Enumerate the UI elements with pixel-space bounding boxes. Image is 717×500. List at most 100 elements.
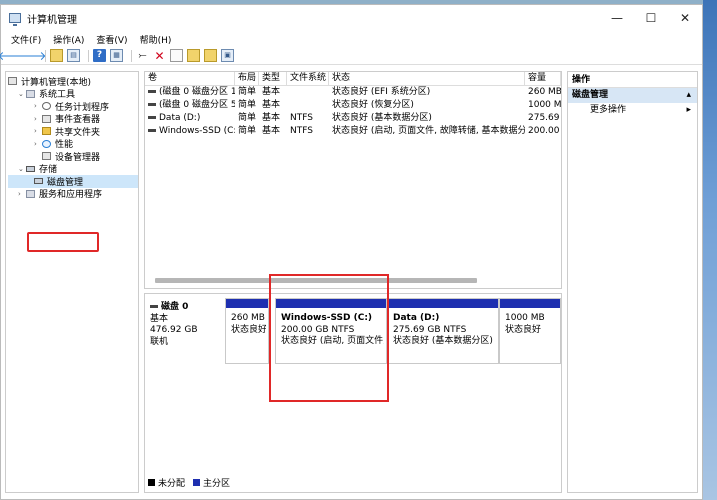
computer-icon (8, 77, 17, 86)
more-actions-item[interactable]: 更多操作 ▸ (568, 103, 697, 118)
actions-pane: 操作 磁盘管理 ▴ 更多操作 ▸ (567, 71, 698, 493)
toolbar-separator (131, 49, 132, 62)
column-header-filesystem[interactable]: 文件系统 (287, 72, 329, 85)
disk-type: 基本 (150, 313, 169, 324)
settings-icon[interactable]: ▣ (221, 49, 234, 62)
toolbar-separator (88, 49, 89, 62)
partition-status: 状态良好 (启动, 页面文件, (281, 336, 384, 346)
tree-item-storage[interactable]: ⌄ 存储 (8, 163, 138, 176)
disk-info[interactable]: 磁盘 0 基本 476.92 GB 联机 (150, 302, 198, 348)
type-cell: 基本 (262, 87, 281, 97)
chevron-right-icon[interactable]: › (34, 115, 42, 123)
tree-item-disk-management[interactable]: 磁盘管理 (8, 175, 138, 188)
partition-details: Data (D:) 275.69 GB NTFS 状态良好 (基本数据分区) (390, 310, 496, 361)
type-cell: 基本 (262, 113, 281, 123)
partition-name: Data (D:) (393, 313, 440, 323)
partition-efi[interactable]: 260 MB 状态良好 (225, 298, 269, 364)
forward-arrow-icon[interactable]: 🡒 (14, 49, 46, 62)
column-header-layout[interactable]: 布局 (235, 72, 259, 85)
tree-item-computer-management[interactable]: 计算机管理(本地) (8, 75, 138, 88)
properties-icon[interactable]: ▦ (110, 49, 123, 62)
tree-item-services-applications[interactable]: › 服务和应用程序 (8, 188, 138, 200)
toolbar: 🡐 🡒 ▤ ? ▦ ⤚ ✕ ▣ (0, 47, 702, 65)
actions-header: 操作 (568, 72, 697, 88)
menu-bar: 文件(F) 操作(A) 查看(V) 帮助(H) (1, 31, 702, 47)
menu-file[interactable]: 文件(F) (11, 33, 41, 46)
primary-partition-bar (276, 299, 386, 308)
tree-item-label: 系统工具 (39, 90, 76, 101)
horizontal-scrollbar[interactable] (155, 278, 477, 283)
check-document-icon[interactable] (170, 49, 183, 62)
volume-name: Windows-SSD (C:) (159, 126, 235, 136)
table-row[interactable]: (磁盘 0 磁盘分区 1) 简单 基本 状态良好 (EFI 系统分区) 260 … (145, 86, 561, 99)
primary-partition-bar (226, 299, 268, 308)
column-header-status[interactable]: 状态 (329, 72, 525, 85)
partition-size: 275.69 GB NTFS (393, 324, 467, 335)
partition-status: 状态良好 (基本数据分区) (393, 336, 493, 346)
chevron-right-icon[interactable]: › (34, 140, 42, 148)
partition-recovery[interactable]: 1000 MB 状态良好 (499, 298, 561, 364)
partition-data[interactable]: Data (D:) 275.69 GB NTFS 状态良好 (基本数据分区) (387, 298, 499, 364)
filesystem-cell: NTFS (290, 113, 313, 123)
table-row[interactable]: Windows-SSD (C:) 简单 基本 NTFS 状态良好 (启动, 页面… (145, 125, 561, 138)
help-icon[interactable]: ? (93, 49, 106, 62)
close-button[interactable]: ✕ (668, 11, 702, 25)
delete-icon[interactable]: ✕ (153, 49, 166, 62)
chevron-down-icon[interactable]: ⌄ (18, 90, 26, 98)
volume-name: Data (D:) (159, 113, 201, 123)
show-hide-tree-icon[interactable]: ▤ (67, 49, 80, 62)
maximize-button[interactable]: ☐ (634, 11, 668, 25)
type-cell: 基本 (262, 100, 281, 110)
tree-item-system-tools[interactable]: ⌄ 系统工具 (8, 88, 138, 101)
device-icon (42, 152, 51, 161)
chevron-down-icon[interactable]: ⌄ (18, 165, 26, 173)
tree-item-label: 任务计划程序 (55, 102, 110, 113)
capacity-cell: 260 MB (528, 87, 561, 97)
legend-label-primary: 主分区 (203, 479, 231, 489)
volume-icon (148, 90, 156, 93)
disk-icon (34, 178, 43, 185)
column-header-volume[interactable]: 卷 (145, 72, 235, 85)
partition-windows-ssd[interactable]: Windows-SSD (C:) 200.00 GB NTFS 状态良好 (启动… (275, 298, 387, 364)
tree-item-performance[interactable]: › 性能 (8, 138, 138, 151)
chevron-right-icon[interactable]: › (34, 127, 42, 135)
volume-cell: (磁盘 0 磁盘分区 1) (145, 86, 235, 99)
layout-cell: 简单 (238, 100, 257, 110)
tree-item-label: 性能 (55, 140, 74, 151)
menu-view[interactable]: 查看(V) (96, 33, 127, 46)
tree-item-shared-folders[interactable]: › 共享文件夹 (8, 125, 138, 138)
tree-item-label: 存储 (39, 165, 58, 176)
connect-icon[interactable]: ⤚ (136, 49, 149, 62)
disk-status: 联机 (150, 336, 169, 347)
tree-item-event-viewer[interactable]: › 事件查看器 (8, 113, 138, 126)
tree-item-label: 事件查看器 (55, 115, 101, 126)
tree-item-task-scheduler[interactable]: › 任务计划程序 (8, 100, 138, 113)
table-row[interactable]: Data (D:) 简单 基本 NTFS 状态良好 (基本数据分区) 275.6… (145, 112, 561, 125)
main-area: 计算机管理(本地) ⌄ 系统工具 › 任务计划程序 › 事件查看器 › 共享文件… (1, 65, 702, 499)
folder-open-icon[interactable] (204, 49, 217, 62)
disk-graphical-view: 磁盘 0 基本 476.92 GB 联机 260 MB 状态良好 Windows… (144, 274, 562, 493)
column-header-type[interactable]: 类型 (259, 72, 287, 85)
collapse-up-icon[interactable]: ▴ (686, 88, 691, 103)
chevron-right-icon[interactable]: › (18, 190, 26, 198)
partition-size: 1000 MB (505, 313, 545, 323)
menu-action[interactable]: 操作(A) (53, 33, 84, 46)
type-cell: 基本 (262, 126, 281, 136)
column-header-capacity[interactable]: 容量 (525, 72, 561, 85)
volume-icon (148, 116, 156, 119)
menu-help[interactable]: 帮助(H) (140, 33, 172, 46)
clock-icon (42, 102, 51, 111)
up-folder-icon[interactable] (50, 49, 63, 62)
table-row[interactable]: (磁盘 0 磁盘分区 5) 简单 基本 状态良好 (恢复分区) 1000 MB (145, 99, 561, 112)
folder-search-icon[interactable] (187, 49, 200, 62)
actions-section-disk-management[interactable]: 磁盘管理 ▴ (568, 88, 697, 103)
minimize-button[interactable]: — (600, 11, 634, 25)
partition-details: 1000 MB 状态良好 (502, 310, 558, 361)
chevron-right-icon[interactable]: › (34, 102, 42, 110)
volume-icon (148, 103, 156, 106)
partition-details: Windows-SSD (C:) 200.00 GB NTFS 状态良好 (启动… (278, 310, 384, 361)
filesystem-cell (287, 99, 329, 112)
tree-item-device-manager[interactable]: 设备管理器 (8, 150, 138, 163)
title-bar[interactable]: 计算机管理 — ☐ ✕ (1, 5, 702, 31)
window-title: 计算机管理 (27, 14, 77, 26)
